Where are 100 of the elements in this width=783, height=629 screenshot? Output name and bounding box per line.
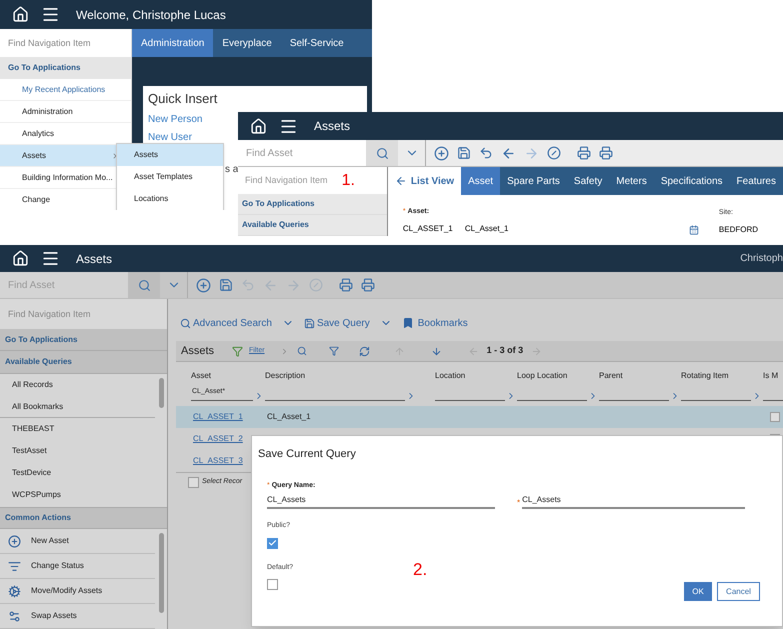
step-label: 1. [342,170,355,190]
input-field[interactable]: CL_Assets [522,494,745,509]
cancel-button[interactable]: Cancel [717,582,760,601]
tab[interactable]: Everyplace [213,29,281,57]
section-header: Go To Applications [238,194,387,215]
tab[interactable]: Administration [132,29,214,57]
submenu-item[interactable]: Asset Templates [117,166,223,188]
checkbox[interactable] [188,477,199,488]
print-icon[interactable] [361,278,375,292]
column-header: Rotating Item [681,370,730,382]
dialog-title: Save Current Query [258,447,357,462]
section-header: Common Actions [0,507,167,529]
query-item[interactable]: All Bookmarks [0,396,155,418]
bookmarks-link[interactable]: Bookmarks [418,316,468,330]
add-icon[interactable] [196,278,211,292]
section-header: Go To Applications [0,329,167,351]
menu-icon[interactable] [41,5,60,24]
scrollbar-thumb[interactable] [158,533,164,613]
tab[interactable]: Self-Service [280,29,353,57]
tab[interactable]: Spare Parts [500,167,567,195]
query-item[interactable]: WCPSPumps [0,484,155,506]
search-icon [376,146,388,160]
print-icon[interactable] [339,278,353,292]
tab[interactable]: Asset [461,167,500,195]
asset-link[interactable]: CL_ASSET_1 [193,411,267,423]
home-icon[interactable] [12,250,29,267]
advanced-search-link[interactable]: Advanced Search [193,316,272,330]
section-header: Go To Applications [0,57,131,79]
print-icon[interactable] [599,146,613,160]
home-icon[interactable] [250,118,267,134]
back-arrow-icon [394,175,407,187]
tab[interactable]: Safety [566,167,610,195]
save-query-link[interactable]: Save Query [316,316,370,330]
header-title: Assets [76,250,112,268]
submenu-item[interactable]: Assets [117,144,223,166]
search-button[interactable] [366,140,398,166]
search-icon [180,318,191,328]
arrow-down-icon[interactable] [430,346,442,356]
query-item[interactable]: TestAsset [0,440,155,462]
query-item[interactable]: TestDevice [0,462,155,484]
menu-icon[interactable] [41,249,60,268]
required-marker: * [517,497,520,509]
table-row[interactable]: CL_ASSET_1 CL_Asset_1 [176,406,783,428]
search-field[interactable]: Find Asset [0,272,128,298]
add-icon [8,534,21,548]
checkbox[interactable] [267,579,278,590]
query-item[interactable]: THEBEAST [0,418,155,440]
add-icon[interactable] [434,146,449,160]
submenu-item[interactable]: Locations [117,188,223,210]
checkbox[interactable] [267,538,278,548]
home-icon[interactable] [12,6,29,23]
table-title: Assets [180,344,216,359]
section-header: Available Queries [238,215,387,236]
search-field[interactable]: Find Navigation Item [0,29,131,57]
card-title: Quick Insert [148,90,218,108]
search-icon [138,278,150,292]
scrollbar-thumb[interactable] [158,378,164,408]
bookmark-icon [402,317,414,329]
clear-filter-icon[interactable] [328,346,339,356]
user-name: Christoph [740,252,783,266]
save-icon[interactable] [219,278,233,292]
action-item[interactable]: New Asset [0,529,155,554]
header-title: Assets [314,118,350,135]
section-header: Available Queries [0,351,167,374]
undo-icon[interactable] [479,146,493,160]
input-field[interactable]: CL_ASSET_1 [402,218,455,236]
field-value: BEDFORD [718,218,764,236]
search-field[interactable]: Find Asset [238,140,366,166]
query-item[interactable]: All Records [0,374,155,396]
save-icon [304,318,315,328]
table-cell: CL_Asset_1 [267,411,311,423]
tab[interactable]: Meters [609,167,654,195]
action-item[interactable]: Move/Modify Assets [0,579,155,604]
tab[interactable]: Features [730,167,783,195]
search-icon[interactable] [296,346,307,356]
input-field[interactable]: CL_Asset_1 [464,222,679,236]
step-label: 2. [413,559,428,581]
header-title: Welcome, Christophe Lucas [76,6,226,24]
action-item[interactable]: Change Status [0,554,155,579]
ok-button[interactable]: OK [684,582,712,601]
pagination-text: 1 - 3 of 3 [486,344,524,358]
calendar-icon[interactable] [688,224,699,234]
tab[interactable]: Specifications [654,167,730,195]
action-item[interactable]: Swap Assets [0,604,155,629]
save-icon[interactable] [457,146,471,160]
column-header: Parent [599,370,624,382]
clear-icon[interactable] [547,146,561,160]
input-field[interactable]: CL_Assets [267,491,495,509]
content-text: s a [225,164,238,175]
status-icon [8,560,21,572]
column-header: Asset [191,370,212,382]
list-view-link[interactable]: List View [388,167,462,195]
filter-icon[interactable] [232,346,243,356]
search-button[interactable] [128,272,160,298]
refresh-icon[interactable] [358,346,370,356]
gear-icon [8,584,21,598]
column-header: Description [265,370,306,382]
print-icon[interactable] [577,146,591,160]
back-icon[interactable] [501,146,516,160]
checkbox [770,412,780,422]
